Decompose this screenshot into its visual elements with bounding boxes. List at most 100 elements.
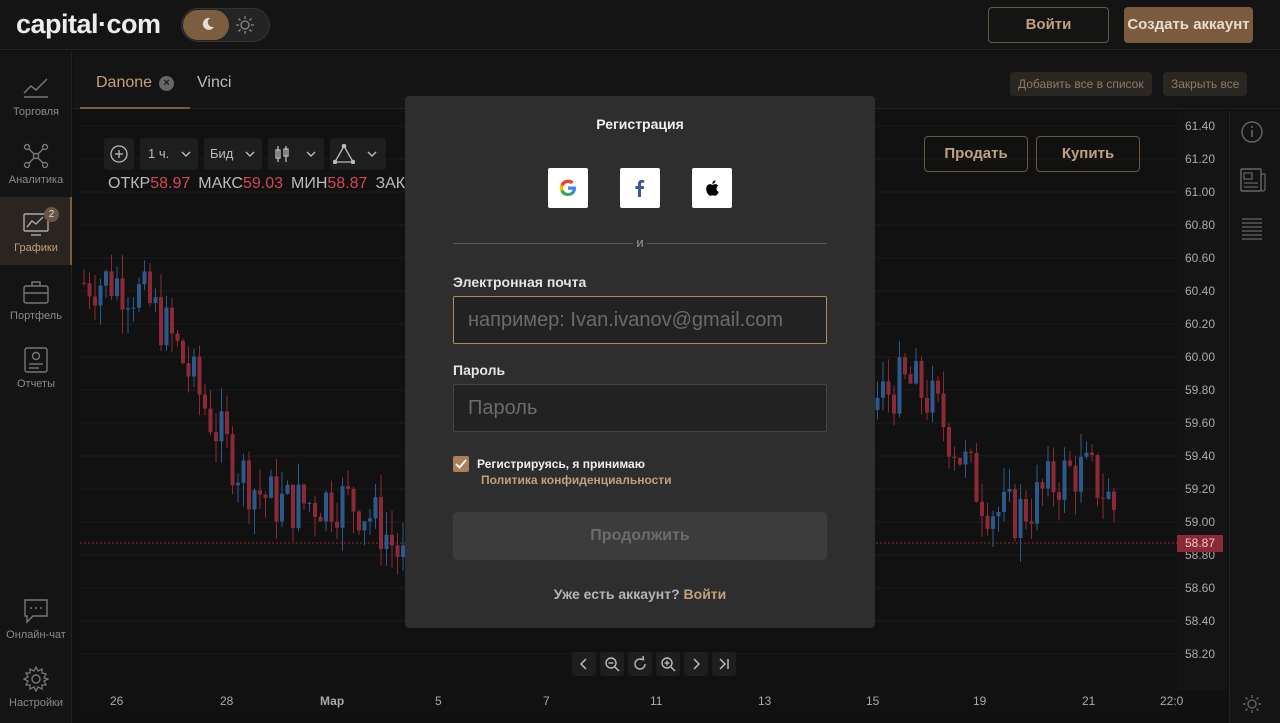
- chart-settings-icon[interactable]: [1240, 692, 1264, 716]
- add-indicator-button[interactable]: [104, 138, 134, 170]
- sidebar-item-charts[interactable]: 2 Графики: [0, 197, 72, 265]
- tab-label: Vinci: [197, 74, 232, 91]
- consent-checkbox[interactable]: [453, 456, 469, 472]
- candle-body: [362, 521, 367, 531]
- reset-chart-button[interactable]: [628, 652, 652, 676]
- time-tick: 19: [973, 694, 987, 708]
- sidebar-item-reports[interactable]: Отчеты: [0, 333, 72, 401]
- sell-button[interactable]: Продать: [924, 136, 1028, 172]
- candle-body: [1112, 491, 1116, 510]
- scroll-right-button[interactable]: [684, 652, 708, 676]
- privacy-policy-link[interactable]: Политика конфиденциальности: [481, 473, 672, 487]
- skip-end-icon: [719, 658, 729, 670]
- registration-modal: Регистрация и Электронная почта Пароль Р…: [405, 96, 875, 628]
- sidebar-item-analytics[interactable]: Аналитика: [0, 129, 72, 197]
- candle-body: [985, 515, 990, 529]
- candle-body: [914, 360, 918, 384]
- high-label: МАКС: [198, 175, 243, 192]
- price-type-select[interactable]: Бид: [204, 138, 262, 170]
- candle-body: [1057, 492, 1061, 500]
- zoom-out-button[interactable]: [600, 652, 624, 676]
- divider-text: и: [636, 235, 644, 250]
- candle-body: [875, 397, 880, 410]
- zoom-out-icon: [605, 657, 620, 672]
- candle-body: [936, 380, 940, 394]
- price-tick: 59.20: [1185, 482, 1216, 496]
- candlestick-icon: [275, 146, 289, 162]
- drawing-tools-select[interactable]: [330, 138, 386, 170]
- drawing-tool-icon: [333, 144, 355, 164]
- candle-body: [126, 308, 130, 310]
- chart-type-select[interactable]: [268, 138, 324, 170]
- add-all-to-list-button[interactable]: Добавить все в список: [1010, 72, 1152, 96]
- theme-toggle[interactable]: [181, 8, 270, 42]
- time-tick: 13: [758, 694, 772, 708]
- google-icon: [559, 179, 576, 196]
- time-tick: 26: [110, 694, 124, 708]
- time-tick: 21: [1082, 694, 1096, 708]
- google-signup-button[interactable]: [548, 168, 588, 208]
- low-label: МИН: [291, 175, 328, 192]
- candle-body: [148, 271, 152, 304]
- apple-signup-button[interactable]: [692, 168, 732, 208]
- facebook-signup-button[interactable]: [620, 168, 660, 208]
- zoom-in-button[interactable]: [656, 652, 680, 676]
- create-account-button[interactable]: Создать аккаунт: [1124, 7, 1253, 43]
- sidebar-item-chat[interactable]: Онлайн-чат: [0, 584, 72, 652]
- tab-danone[interactable]: Danone ×: [80, 51, 191, 109]
- order-book-icon[interactable]: [1240, 216, 1264, 240]
- candle-body: [395, 545, 400, 558]
- candle-body: [908, 374, 913, 384]
- price-tick: 61.00: [1185, 185, 1216, 199]
- capital-logo[interactable]: capital·com: [16, 9, 161, 40]
- tab-vinci[interactable]: Vinci: [197, 51, 231, 109]
- buy-button[interactable]: Купить: [1036, 136, 1140, 172]
- price-tick: 61.40: [1185, 119, 1216, 133]
- header-login-button[interactable]: Войти: [988, 7, 1109, 43]
- candle-body: [302, 484, 306, 504]
- candle-body: [181, 340, 185, 364]
- candle-body: [192, 356, 196, 377]
- candle-body: [120, 278, 125, 310]
- password-field[interactable]: [453, 384, 827, 432]
- sidebar-item-portfolio[interactable]: Портфель: [0, 265, 72, 333]
- sidebar-item-settings[interactable]: Настройки: [0, 652, 72, 720]
- scroll-left-button[interactable]: [572, 652, 596, 676]
- zoom-in-icon: [661, 657, 676, 672]
- candle-body: [318, 516, 323, 522]
- sidebar-item-label: Торговля: [13, 106, 59, 118]
- candle-body: [351, 488, 356, 512]
- candle-body: [947, 427, 951, 457]
- time-tick: 11: [650, 694, 663, 708]
- divider-left: [453, 243, 633, 244]
- candle-body: [390, 534, 394, 546]
- candle-body: [1079, 456, 1083, 492]
- close-all-button[interactable]: Закрыть все: [1163, 72, 1248, 96]
- modal-login-link[interactable]: Войти: [684, 586, 727, 602]
- candle-body: [952, 456, 957, 459]
- close-icon[interactable]: ×: [159, 76, 175, 91]
- candle-body: [214, 432, 218, 442]
- news-icon[interactable]: [1240, 168, 1266, 192]
- chevron-left-icon: [579, 658, 587, 670]
- sidebar-item-trading[interactable]: Торговля: [0, 61, 72, 129]
- candle-body: [1062, 460, 1067, 500]
- candle-body: [274, 476, 279, 522]
- candle-body: [897, 357, 902, 414]
- chevron-down-icon: [367, 151, 377, 157]
- price-tick: 58.60: [1185, 581, 1216, 595]
- candle-body: [153, 297, 158, 304]
- candle-body: [269, 476, 273, 498]
- candle-body: [886, 381, 891, 395]
- price-axis[interactable]: 61.40 61.20 61.00 60.80 60.60 60.40 60.20 60.00…: [1177, 110, 1227, 690]
- continue-button[interactable]: Продолжить: [453, 512, 827, 560]
- scroll-to-end-button[interactable]: [712, 652, 736, 676]
- candle-body: [93, 296, 97, 306]
- email-field[interactable]: [453, 296, 827, 344]
- interval-select[interactable]: 1 ч.: [140, 138, 198, 170]
- time-axis[interactable]: 26 28 Мар 5 7 11 13 15 19 21 22:0: [80, 690, 1183, 715]
- info-icon[interactable]: [1240, 120, 1264, 144]
- candle-body: [368, 518, 372, 522]
- have-account-text: Уже есть аккаунт?: [553, 586, 680, 602]
- candle-body: [324, 492, 328, 522]
